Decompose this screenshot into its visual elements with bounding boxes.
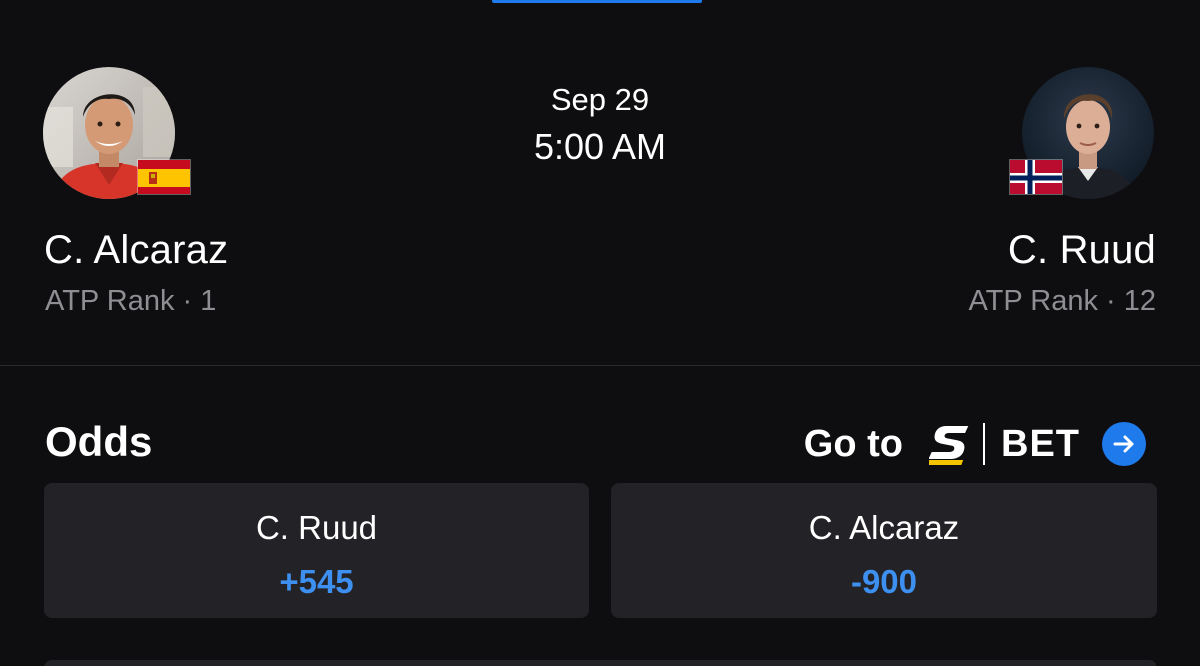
match-date: Sep 29: [550, 82, 650, 117]
odds-card-player-name: C. Alcaraz: [808, 509, 960, 546]
go-to-label: Go to: [803, 422, 903, 465]
arrow-right-circle-icon[interactable]: [1102, 422, 1146, 466]
odds-heading: Odds: [45, 418, 153, 465]
player-right-rank: ATP Rank · 12: [968, 285, 1156, 317]
section-divider: [0, 365, 1200, 366]
brand-bet-text: BET: [1001, 422, 1080, 465]
player-left-name[interactable]: C. Alcaraz: [44, 228, 228, 273]
odds-card-alcaraz[interactable]: C. Alcaraz -900: [611, 483, 1157, 618]
player-left-rank: ATP Rank · 1: [45, 285, 217, 317]
odds-card-value: -900: [850, 563, 918, 600]
norway-flag-icon: [1009, 159, 1063, 195]
next-section-card: [44, 660, 1157, 666]
s-logo-icon: [929, 426, 969, 465]
player-right-name[interactable]: C. Ruud: [1008, 228, 1156, 273]
odds-card-ruud[interactable]: C. Ruud +545: [44, 483, 589, 618]
odds-card-value: +545: [279, 563, 354, 600]
odds-card-player-name: C. Ruud: [255, 509, 378, 546]
active-tab-indicator: [492, 0, 702, 3]
brand-separator: [983, 423, 985, 465]
go-to-bet-link[interactable]: Go to BET: [804, 420, 1146, 468]
match-screen: C. Alcaraz ATP Rank · 1 Sep 29 5:00 AM C…: [0, 0, 1200, 666]
